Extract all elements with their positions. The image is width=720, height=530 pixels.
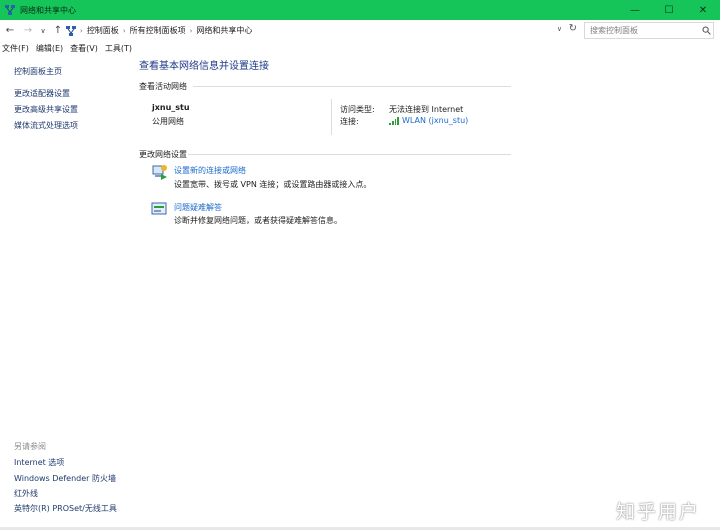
change-adapter-settings-link[interactable]: 更改适配器设置 [14, 88, 70, 99]
search-placeholder: 搜索控制面板 [590, 26, 638, 35]
wifi-signal-icon [389, 116, 399, 125]
window-title: 网络和共享中心 [20, 5, 76, 15]
section-divider [193, 86, 511, 87]
setup-new-connection-link[interactable]: 设置新的连接或网络 [174, 165, 246, 176]
control-panel-home-link[interactable]: 控制面板主页 [14, 66, 62, 77]
network-name: jxnu_stu [152, 103, 190, 112]
address-dropdown-icon[interactable]: ∨ [557, 25, 562, 33]
breadcrumb-network-center[interactable]: 网络和共享中心 [194, 25, 254, 36]
network-type: 公用网络 [152, 117, 184, 126]
windows-defender-firewall-link[interactable]: Windows Defender 防火墙 [14, 473, 116, 484]
breadcrumb[interactable]: › 控制面板 › 所有控制面板项 › 网络和共享中心 ∨ ↻ [64, 22, 580, 39]
left-pane: 控制面板主页 更改适配器设置 更改高级共享设置 媒体流式处理选项 另请参阅 In… [0, 55, 130, 530]
troubleshoot-link[interactable]: 问题疑难解答 [174, 202, 222, 213]
vertical-divider [331, 99, 332, 135]
recent-locations-dropdown[interactable]: ∨ [38, 23, 48, 39]
access-type-label: 访问类型: [340, 105, 375, 114]
search-icon[interactable] [699, 24, 713, 38]
wlan-connection-label: WLAN (jxnu_stu) [402, 116, 469, 125]
back-button[interactable]: ← [2, 23, 18, 39]
connection-label: 连接: [340, 117, 359, 126]
search-input[interactable]: 搜索控制面板 [584, 22, 714, 39]
menu-edit[interactable]: 编辑(E) [34, 43, 65, 54]
watermark: 知乎用户 [615, 501, 700, 523]
network-center-icon [3, 3, 17, 17]
breadcrumb-separator: › [80, 26, 83, 35]
menu-file[interactable]: 文件(F) [0, 43, 31, 54]
menu-view[interactable]: 查看(V) [68, 43, 100, 54]
menu-bar: 文件(F) 编辑(E) 查看(V) 工具(T) [0, 41, 720, 55]
setup-new-connection-desc: 设置宽带、拨号或 VPN 连接；或设置路由器或接入点。 [174, 180, 372, 189]
troubleshoot-icon [151, 201, 168, 218]
troubleshoot-desc: 诊断并修复网络问题，或者获得疑难解答信息。 [174, 216, 342, 225]
minimize-button[interactable]: — [618, 0, 652, 20]
media-streaming-link[interactable]: 媒体流式处理选项 [14, 120, 78, 131]
maximize-button[interactable]: ☐ [652, 0, 686, 20]
breadcrumb-separator[interactable]: › [121, 27, 128, 35]
wlan-connection-link[interactable]: WLAN (jxnu_stu) [389, 116, 468, 125]
title-bar: 网络和共享中心 — ☐ ✕ [0, 0, 720, 20]
control-panel-icon [64, 24, 78, 38]
active-network-section-label: 查看活动网络 [139, 82, 187, 91]
internet-options-link[interactable]: Internet 选项 [14, 457, 64, 468]
infrared-link[interactable]: 红外线 [14, 488, 38, 499]
section-divider [188, 154, 511, 155]
menu-tools[interactable]: 工具(T) [103, 43, 134, 54]
address-row: ← → ∨ ↑ › 控制面板 › 所有控制面板项 › 网络和共享中心 ∨ ↻ 搜… [0, 20, 720, 41]
page-title: 查看基本网络信息并设置连接 [139, 61, 269, 72]
breadcrumb-separator[interactable]: › [188, 27, 195, 35]
network-setup-icon [151, 164, 168, 181]
intel-proset-wireless-link[interactable]: 英特尔(R) PROSet/无线工具 [14, 503, 117, 514]
see-also-label: 另请参阅 [14, 442, 46, 451]
refresh-button[interactable]: ↻ [569, 23, 577, 34]
breadcrumb-all-items[interactable]: 所有控制面板项 [128, 25, 188, 36]
breadcrumb-control-panel[interactable]: 控制面板 [85, 25, 121, 36]
change-advanced-sharing-link[interactable]: 更改高级共享设置 [14, 104, 78, 115]
close-button[interactable]: ✕ [686, 0, 720, 20]
change-network-section-label: 更改网络设置 [139, 150, 187, 159]
access-type-value: 无法连接到 Internet [389, 105, 464, 114]
window-controls: — ☐ ✕ [618, 0, 720, 20]
forward-button[interactable]: → [20, 23, 36, 39]
